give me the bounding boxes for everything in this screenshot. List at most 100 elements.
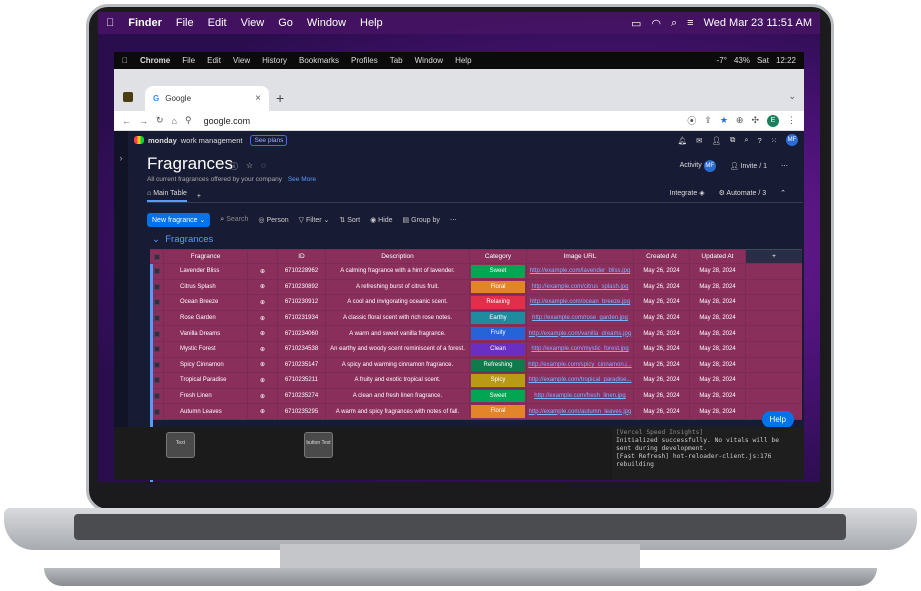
- tab-search-icon[interactable]: ⌄: [788, 91, 796, 102]
- menu-kebab-icon[interactable]: ⋮: [787, 115, 796, 126]
- cell-image-url[interactable]: http://example.com/citrus_splash.jpg: [527, 279, 634, 295]
- image-url-link[interactable]: http://example.com/lavender_bliss.jpg: [530, 268, 630, 274]
- cell-id[interactable]: 6710235147: [278, 357, 326, 373]
- cell-fragrance[interactable]: Tropical Paradise: [164, 373, 248, 388]
- search-button[interactable]: ⌕ Search: [220, 216, 248, 224]
- add-update-icon[interactable]: ⊕: [248, 279, 278, 295]
- row-checkbox[interactable]: [153, 330, 160, 337]
- cell-description[interactable]: A spicy and warming cinnamon fragrance.: [326, 357, 470, 373]
- select-all-checkbox[interactable]: [153, 253, 160, 260]
- cell-updated-at[interactable]: May 28, 2024: [690, 373, 746, 388]
- add-view-button[interactable]: +: [197, 193, 201, 200]
- category-label[interactable]: Sweet: [471, 265, 525, 278]
- forward-icon[interactable]: →: [139, 116, 148, 126]
- cell-id[interactable]: 6710235274: [278, 388, 326, 404]
- integrate-button[interactable]: Integrate ◈: [670, 189, 705, 197]
- add-update-icon[interactable]: ⊕: [248, 373, 278, 388]
- cell-id[interactable]: 6710234060: [278, 326, 326, 341]
- sort-button[interactable]: ⇅ Sort: [339, 216, 360, 224]
- add-update-icon[interactable]: ⊕: [248, 404, 278, 419]
- cell-image-url[interactable]: http://example.com/fresh_linen.jpg: [527, 388, 634, 404]
- automate-button[interactable]: ⚙ Automate / 3: [719, 189, 767, 197]
- cell-id[interactable]: 6710235211: [278, 373, 326, 388]
- table-row[interactable]: Citrus Splash ⊕ 6710230892 A refreshing bur…: [150, 279, 802, 296]
- apple-icon[interactable]: : [122, 56, 128, 65]
- cell-image-url[interactable]: http://example.com/lavender_bliss.jpg: [527, 264, 634, 279]
- help-button[interactable]: Help: [761, 411, 794, 428]
- add-update-icon[interactable]: ⊕: [248, 341, 278, 357]
- pinned-tab-icon[interactable]: [123, 92, 133, 102]
- weather-readout[interactable]: -7°: [717, 56, 727, 65]
- add-column-button[interactable]: +: [746, 250, 802, 263]
- group-header[interactable]: ⌄ Fragrances: [152, 234, 213, 245]
- help-icon[interactable]: ?: [758, 136, 762, 145]
- cell-image-url[interactable]: http://example.com/autumn_leaves.jpg: [527, 404, 634, 419]
- menu-edit[interactable]: Edit: [207, 56, 221, 65]
- col-description[interactable]: Description: [326, 250, 470, 263]
- cell-description[interactable]: A classic floral scent with rich rose no…: [326, 310, 470, 326]
- apps-icon[interactable]: ⧉: [730, 135, 735, 145]
- cell-description[interactable]: An earthy and woody scent reminiscent of…: [326, 341, 470, 357]
- tab-main-table[interactable]: ⌂ Main Table: [147, 190, 187, 202]
- info-icon[interactable]: ⓘ: [230, 161, 238, 172]
- add-update-icon[interactable]: ⊕: [248, 310, 278, 326]
- cell-updated-at[interactable]: May 28, 2024: [690, 404, 746, 419]
- cell-category[interactable]: Sweet: [470, 264, 527, 279]
- cell-fragrance[interactable]: Spicy Cinnamon: [164, 357, 248, 373]
- category-label[interactable]: Floral: [471, 405, 525, 418]
- person-filter-button[interactable]: ◎ Person: [258, 216, 288, 224]
- board-title[interactable]: Fragrances: [147, 154, 233, 174]
- reload-icon[interactable]: ↻: [156, 115, 164, 126]
- cell-updated-at[interactable]: May 28, 2024: [690, 264, 746, 279]
- user-avatar[interactable]: MF: [786, 134, 798, 146]
- image-url-link[interactable]: http://example.com/autumn_leaves.jpg: [529, 409, 632, 415]
- category-label[interactable]: Sweet: [471, 389, 525, 403]
- back-icon[interactable]: ←: [122, 116, 131, 126]
- cell-category[interactable]: Refreshing: [470, 357, 527, 373]
- close-tab-icon[interactable]: ×: [255, 93, 261, 104]
- cell-fragrance[interactable]: Rose Garden: [164, 310, 248, 326]
- cell-image-url[interactable]: http://example.com/rose_garden.jpg: [527, 310, 634, 326]
- col-created-at[interactable]: Created At: [634, 250, 690, 263]
- cell-category[interactable]: Fruity: [470, 326, 527, 341]
- cell-category[interactable]: Floral: [470, 404, 527, 419]
- product-switcher-icon[interactable]: ⁙: [771, 136, 777, 145]
- cell-image-url[interactable]: http://example.com/tropical_paradise...: [527, 373, 634, 388]
- image-url-link[interactable]: http://example.com/mystic_forest.jpg: [531, 346, 628, 352]
- col-image-url[interactable]: Image URL: [527, 250, 634, 263]
- cell-fragrance[interactable]: Ocean Breeze: [164, 295, 248, 310]
- row-checkbox[interactable]: [153, 393, 160, 400]
- menu-help[interactable]: Help: [360, 17, 383, 29]
- menu-help[interactable]: Help: [455, 56, 471, 65]
- cell-category[interactable]: Floral: [470, 279, 527, 295]
- cell-category[interactable]: Clean: [470, 341, 527, 357]
- table-row[interactable]: Ocean Breeze ⊕ 6710230912 A cool and invigo…: [150, 295, 802, 311]
- menu-file[interactable]: File: [176, 17, 194, 29]
- category-label[interactable]: Clean: [471, 342, 525, 356]
- cell-id[interactable]: 6710234538: [278, 341, 326, 357]
- image-url-link[interactable]: http://example.com/citrus_splash.jpg: [531, 284, 628, 290]
- table-row[interactable]: Mystic Forest ⊕ 6710234538 An earthy and wo…: [150, 341, 802, 358]
- cell-created-at[interactable]: May 26, 2024: [634, 264, 690, 279]
- wifi-icon[interactable]: ◠: [651, 17, 661, 30]
- image-url-link[interactable]: http://example.com/fresh_linen.jpg: [534, 393, 625, 399]
- tab-google[interactable]: G Google ×: [145, 86, 269, 111]
- cell-id[interactable]: 6710228962: [278, 264, 326, 279]
- category-label[interactable]: Refreshing: [471, 358, 525, 372]
- cell-category[interactable]: Relaxing: [470, 295, 527, 310]
- cell-updated-at[interactable]: May 28, 2024: [690, 310, 746, 326]
- cell-created-at[interactable]: May 26, 2024: [634, 341, 690, 357]
- menu-chrome[interactable]: Chrome: [140, 56, 170, 65]
- bookmark-star-icon[interactable]: ★: [720, 115, 728, 126]
- table-row[interactable]: Rose Garden ⊕ 6710231934 A classic floral s…: [150, 310, 802, 327]
- image-url-link[interactable]: http://example.com/rose_garden.jpg: [532, 315, 628, 321]
- cell-description[interactable]: A warm and sweet vanilla fragrance.: [326, 326, 470, 341]
- invite-button[interactable]: 👤︎ Invite / 1: [730, 162, 767, 170]
- cell-updated-at[interactable]: May 28, 2024: [690, 326, 746, 341]
- more-icon[interactable]: ⋯: [450, 216, 457, 224]
- image-url-link[interactable]: http://example.com/tropical_paradise...: [528, 377, 631, 383]
- menu-view[interactable]: View: [241, 17, 265, 29]
- category-label[interactable]: Floral: [471, 280, 525, 294]
- time-readout[interactable]: 12:22: [776, 56, 796, 65]
- battery-icon[interactable]: ▭: [631, 17, 641, 30]
